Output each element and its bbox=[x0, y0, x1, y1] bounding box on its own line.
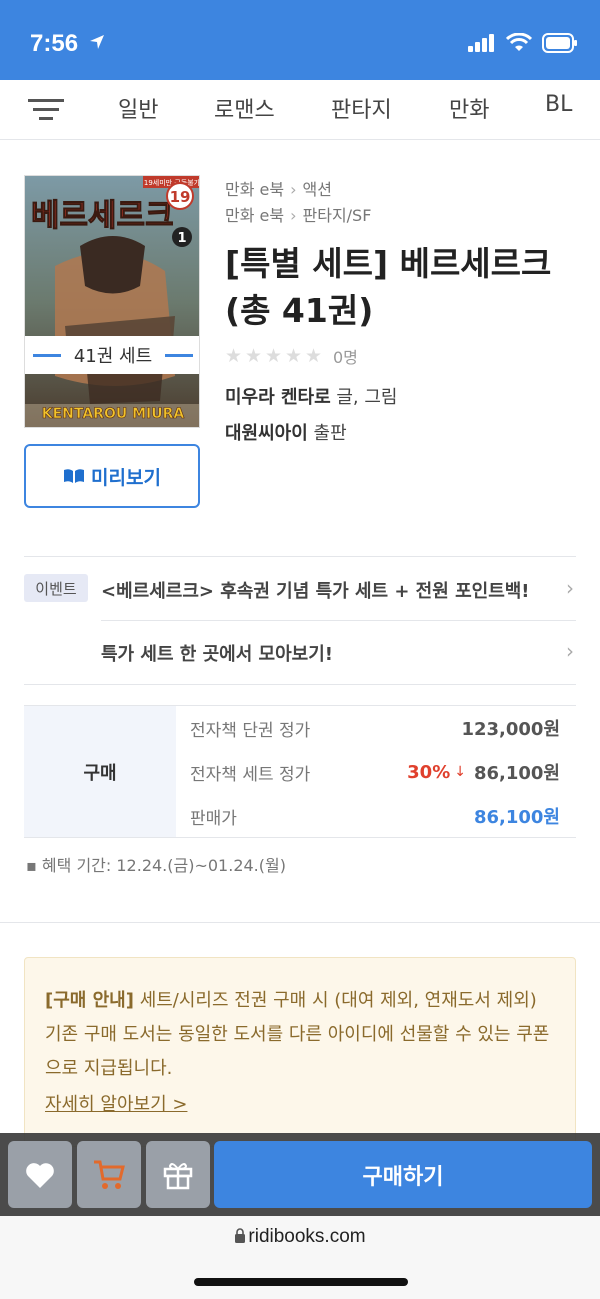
wishlist-button[interactable] bbox=[8, 1141, 72, 1208]
cover-title: 베르세르크 bbox=[31, 198, 174, 234]
guide-text: [구매 안내] 세트/시리즈 전권 구매 시 (대여 제외, 연재도서 제외) … bbox=[45, 984, 555, 1086]
status-time: 7:56 bbox=[30, 30, 79, 57]
breadcrumb-parent[interactable]: 만화 e북 bbox=[225, 180, 284, 199]
price-row-value: 123,000원 bbox=[461, 719, 560, 740]
tab-fantasy[interactable]: 판타지 bbox=[331, 92, 392, 124]
price-row-label: 전자책 단권 정가 bbox=[190, 720, 311, 741]
guide-highlight: [구매 안내] bbox=[45, 990, 134, 1011]
set-banner: 41권 세트 bbox=[25, 336, 199, 374]
browser-url-bar[interactable]: ridibooks.com bbox=[0, 1216, 600, 1299]
cover-volume-number: 1 bbox=[177, 231, 186, 246]
url-display[interactable]: ridibooks.com bbox=[0, 1226, 600, 1248]
breadcrumb-chevron-icon: › bbox=[290, 206, 297, 225]
signal-icon bbox=[468, 34, 494, 52]
gift-icon bbox=[163, 1162, 193, 1189]
price-section-label: 구매 bbox=[24, 706, 176, 837]
filter-menu-icon[interactable] bbox=[28, 94, 64, 124]
price-row-set: 전자책 세트 정가 30% ↓ 86,100원 bbox=[190, 752, 560, 792]
banner-line-left bbox=[33, 354, 61, 357]
publisher: 대원씨아이 출판 bbox=[225, 419, 347, 445]
sale-price: 86,100원 bbox=[473, 807, 560, 828]
location-arrow-icon bbox=[90, 35, 104, 49]
event-item-1[interactable]: <베르세르크> 후속권 기념 특가 세트 + 전원 포인트백! bbox=[101, 577, 530, 603]
cart-icon bbox=[94, 1160, 125, 1189]
chevron-right-icon[interactable]: › bbox=[566, 639, 574, 663]
lock-icon bbox=[235, 1228, 246, 1243]
breadcrumb-parent[interactable]: 만화 e북 bbox=[225, 206, 284, 225]
author-role: 글, 그림 bbox=[330, 387, 398, 408]
divider bbox=[24, 556, 576, 557]
benefit-period: ▪ 혜택 기간: 12.24.(금)~01.24.(월) bbox=[26, 856, 286, 875]
tab-bl[interactable]: BL bbox=[545, 92, 572, 117]
banner-line-right bbox=[165, 354, 193, 357]
rating-count: 0명 bbox=[333, 348, 358, 367]
purchase-guide: [구매 안내] 세트/시리즈 전권 구매 시 (대여 제외, 연재도서 제외) … bbox=[24, 957, 576, 1147]
buy-button[interactable]: 구매하기 bbox=[214, 1141, 592, 1208]
breadcrumb-2: 만화 e북 › 판타지/SF bbox=[225, 202, 371, 226]
status-bar: 7:56 bbox=[0, 0, 600, 80]
home-indicator[interactable] bbox=[194, 1278, 408, 1286]
publisher-suffix: 출판 bbox=[307, 423, 347, 444]
event-badge: 이벤트 bbox=[24, 574, 88, 602]
arrow-down-icon: ↓ bbox=[454, 764, 466, 780]
publisher-name[interactable]: 대원씨아이 bbox=[225, 423, 308, 444]
cover-volume-badge: 19 bbox=[170, 188, 191, 206]
star-icon: ★ bbox=[285, 345, 303, 367]
author: 미우라 켄타로 글, 그림 bbox=[225, 383, 398, 409]
breadcrumb-child[interactable]: 액션 bbox=[303, 180, 332, 199]
price-row-value: 86,100원 bbox=[473, 763, 560, 784]
breadcrumb-child[interactable]: 판타지/SF bbox=[303, 206, 372, 225]
preview-label: 미리보기 bbox=[91, 466, 161, 489]
cover-author: KENTAROU MIURA bbox=[42, 406, 185, 422]
book-cover-art: 19세미만 구독불가 베르세르크 19 1 KENTAROU MIURA bbox=[25, 176, 199, 427]
cart-button[interactable] bbox=[77, 1141, 141, 1208]
tab-comics[interactable]: 만화 bbox=[449, 92, 489, 124]
price-row-label: 판매가 bbox=[190, 808, 237, 829]
set-banner-label: 41권 세트 bbox=[73, 346, 153, 367]
wifi-icon bbox=[506, 33, 532, 51]
event-item-2[interactable]: 특가 세트 한 곳에서 모아보기! bbox=[101, 640, 333, 666]
star-icon: ★ bbox=[245, 345, 263, 367]
gift-button[interactable] bbox=[146, 1141, 210, 1208]
section-divider bbox=[0, 922, 600, 923]
star-icon: ★ bbox=[265, 345, 283, 367]
book-title: [특별 세트] 베르세르크 (총 41권) bbox=[225, 244, 552, 330]
price-row-sale: 판매가 86,100원 bbox=[190, 796, 560, 836]
discount-rate: 30% bbox=[407, 761, 451, 783]
tab-general[interactable]: 일반 bbox=[118, 92, 158, 124]
learn-more-link[interactable]: 자세히 알아보기 > bbox=[45, 1090, 187, 1116]
divider bbox=[101, 620, 576, 621]
book-cover[interactable]: 19세미만 구독불가 베르세르크 19 1 KENTAROU MIURA 41권… bbox=[24, 175, 200, 428]
preview-button[interactable]: 미리보기 bbox=[24, 444, 200, 508]
status-indicators bbox=[468, 33, 578, 53]
tab-romance[interactable]: 로맨스 bbox=[214, 92, 275, 124]
book-open-icon bbox=[64, 469, 85, 483]
price-row-label: 전자책 세트 정가 bbox=[190, 764, 311, 785]
chevron-right-icon[interactable]: › bbox=[566, 576, 574, 600]
category-nav: 일반 로맨스 판타지 만화 BL bbox=[0, 80, 600, 140]
price-row-single: 전자책 단권 정가 123,000원 bbox=[190, 708, 560, 748]
star-icon: ★ bbox=[225, 345, 243, 367]
divider bbox=[24, 684, 576, 685]
author-name[interactable]: 미우라 켄타로 bbox=[225, 387, 331, 408]
star-icon: ★ bbox=[305, 345, 323, 367]
breadcrumb-1: 만화 e북 › 액션 bbox=[225, 176, 332, 200]
heart-icon bbox=[26, 1162, 54, 1188]
price-table: 구매 전자책 단권 정가 123,000원 전자책 세트 정가 30% ↓ 86… bbox=[24, 705, 576, 838]
url-text: ridibooks.com bbox=[248, 1226, 366, 1247]
rating[interactable]: ★ ★ ★ ★ ★ 0명 bbox=[225, 344, 358, 368]
bottom-action-bar: 구매하기 bbox=[0, 1133, 600, 1216]
breadcrumb-chevron-icon: › bbox=[290, 180, 297, 199]
battery-icon bbox=[542, 33, 577, 53]
